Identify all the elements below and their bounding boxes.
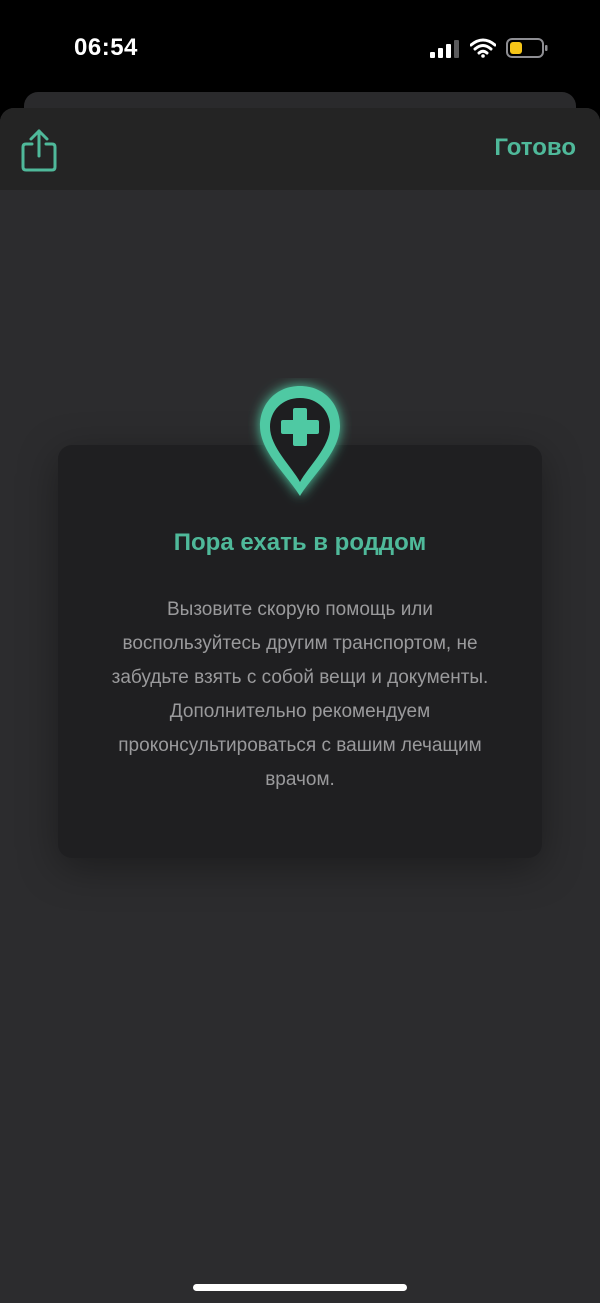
sheet-toolbar: Готово xyxy=(0,108,600,190)
medical-pin-icon xyxy=(260,386,340,496)
status-bar: 06:54 xyxy=(0,0,600,92)
done-button[interactable]: Готово xyxy=(494,134,576,162)
wifi-icon xyxy=(470,38,496,58)
status-time: 06:54 xyxy=(74,34,138,61)
share-icon[interactable] xyxy=(20,128,58,172)
battery-icon xyxy=(506,38,548,58)
card-description: Вызовите скорую помощь или воспользуйтес… xyxy=(111,599,489,790)
cellular-signal-icon xyxy=(430,40,459,58)
modal-sheet: Готово Пора ехать в роддом Вызовите скор… xyxy=(0,108,600,1303)
home-indicator[interactable] xyxy=(193,1284,407,1291)
card-title: Пора ехать в роддом xyxy=(173,529,427,556)
